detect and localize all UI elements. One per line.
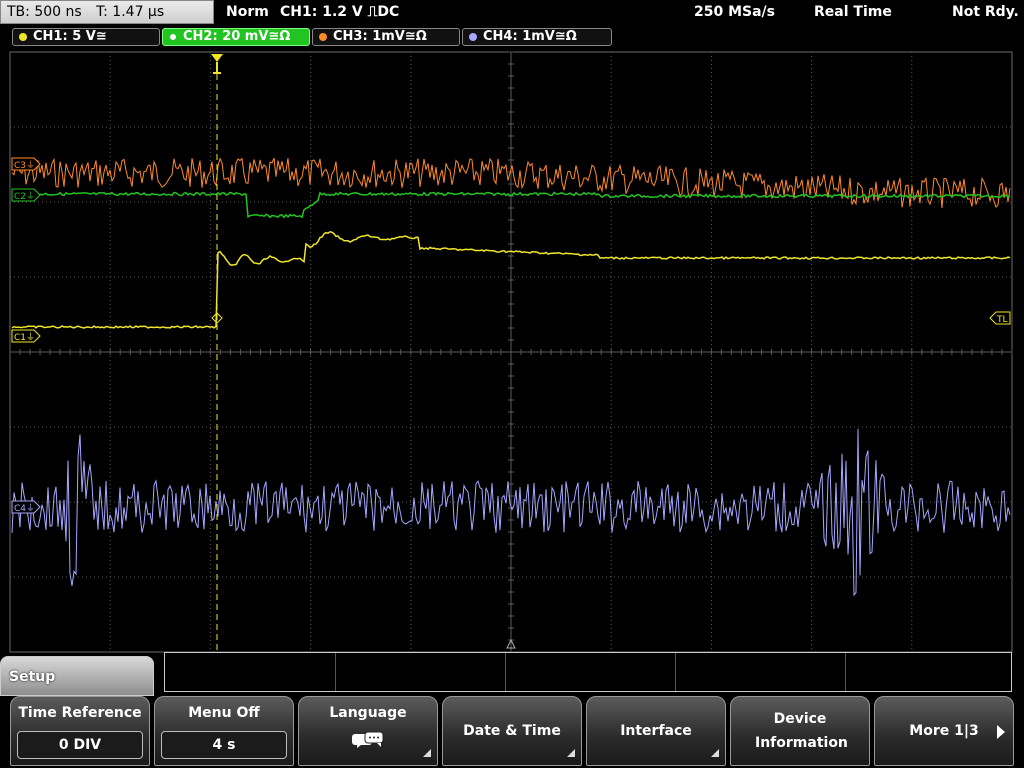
speech-bubble-icon — [352, 731, 384, 748]
menu-title: Setup — [9, 669, 56, 685]
channel-tab-ch2[interactable]: CH2: 20 mV≅Ω — [162, 28, 310, 46]
submenu-indicator-icon — [423, 749, 431, 757]
trigger-time-value: T: 1.47 µs — [96, 4, 165, 20]
softkey-language[interactable]: Language — [298, 696, 438, 766]
menu-info-strip — [164, 652, 1012, 692]
sample-rate: 250 MSa/s — [694, 4, 776, 20]
softkey-interface[interactable]: Interface — [586, 696, 726, 766]
softkey-more[interactable]: More 1|3 — [874, 696, 1014, 766]
submenu-indicator-icon — [567, 749, 575, 757]
ch1-color-dot — [19, 33, 27, 41]
timebase-box[interactable]: TB: 500 ns T: 1.47 µs — [0, 0, 214, 24]
waveform-display[interactable]: C3⏚ C2⏚ C1⏚ C4⏚ TL — [0, 48, 1024, 654]
softkey-label: Menu Off — [188, 705, 260, 721]
ch4-color-dot — [469, 33, 477, 41]
ch1-label: CH1: 5 V≅ — [33, 29, 107, 44]
ch4-label: CH4: 1mV≅Ω — [483, 29, 577, 44]
ch3-color-dot — [319, 33, 327, 41]
trigger-level-label: TL — [996, 315, 1008, 325]
time-reference-value[interactable]: 0 DIV — [17, 731, 143, 759]
ch2-label: CH2: 20 mV≅Ω — [183, 29, 291, 44]
softkey-date-time[interactable]: Date & Time — [442, 696, 582, 766]
next-page-arrow-icon — [997, 725, 1005, 739]
ch3-label: CH3: 1mV≅Ω — [333, 29, 427, 44]
trigger-setting[interactable]: CH1: 1.2 V ⎍DC — [280, 4, 399, 20]
channel-tab-ch3[interactable]: CH3: 1mV≅Ω — [312, 28, 460, 46]
c4-marker-label: C4⏚ — [14, 503, 35, 514]
softkey-label: Interface — [620, 723, 692, 739]
waveform-canvas[interactable]: C3⏚ C2⏚ C1⏚ C4⏚ TL — [0, 48, 1024, 654]
softkey-device-information[interactable]: Device Information — [730, 696, 870, 766]
trigger-mode[interactable]: Norm — [226, 4, 269, 20]
submenu-indicator-icon — [711, 749, 719, 757]
c3-marker-label: C3⏚ — [14, 160, 35, 171]
acquisition-mode: Real Time — [814, 4, 892, 20]
softkey-menu-off[interactable]: Menu Off 4 s — [154, 696, 294, 766]
status-bar: TB: 500 ns T: 1.47 µs Norm CH1: 1.2 V ⎍D… — [0, 0, 1024, 26]
ready-state: Not Rdy. — [952, 4, 1019, 20]
channel-tab-ch4[interactable]: CH4: 1mV≅Ω — [462, 28, 612, 46]
softkey-label: More 1|3 — [909, 723, 979, 739]
softkey-label: Language — [329, 705, 407, 721]
softkey-label: Time Reference — [18, 705, 142, 721]
ch2-color-dot — [169, 33, 177, 41]
menu-title-tab: Setup — [0, 656, 154, 696]
timebase-value: TB: 500 ns — [7, 4, 82, 20]
softkey-label: Date & Time — [463, 723, 561, 739]
c1-marker-label: C1⏚ — [14, 332, 35, 343]
softkey-time-reference[interactable]: Time Reference 0 DIV — [10, 696, 150, 766]
channel-tab-ch1[interactable]: CH1: 5 V≅ — [12, 28, 160, 46]
c2-marker-label: C2⏚ — [14, 191, 35, 202]
menu-off-value[interactable]: 4 s — [161, 731, 287, 759]
softkey-label: Device Information — [755, 711, 848, 751]
